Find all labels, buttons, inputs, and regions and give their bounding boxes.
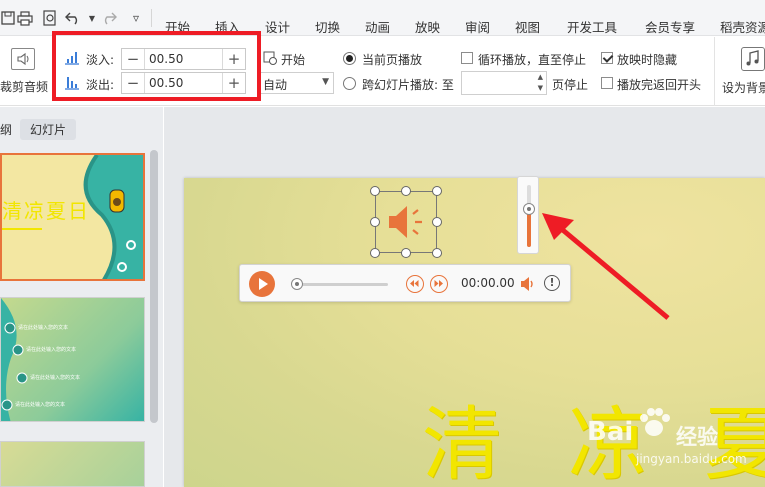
redo-icon[interactable] <box>101 10 117 26</box>
rewind-label[interactable]: 播放完返回开头 <box>617 76 701 93</box>
resize-handle[interactable] <box>401 186 411 196</box>
slide2-item-3: 请在此处输入您的文本 <box>30 375 81 381</box>
slide1-title: 清凉夏日 <box>2 199 90 223</box>
customize-chevron-icon[interactable]: ▿ <box>128 10 144 26</box>
chevron-down-icon: ▼ <box>322 77 329 87</box>
trim-audio-label[interactable]: 裁剪音频 <box>0 78 48 95</box>
tab-transition[interactable]: 切换 <box>315 17 340 36</box>
spin-down-icon[interactable]: ▼ <box>538 84 543 92</box>
tab-design[interactable]: 设计 <box>265 17 290 36</box>
tab-slideshow[interactable]: 放映 <box>415 17 440 36</box>
music-note-icon[interactable] <box>741 47 765 71</box>
tab-review[interactable]: 审阅 <box>465 17 490 36</box>
start-icon <box>263 51 277 65</box>
spin-up-icon[interactable]: ▲ <box>538 73 543 81</box>
start-select-value: 自动 <box>263 78 288 92</box>
play-button[interactable] <box>249 271 275 297</box>
slide-title-char-1: 清 <box>422 398 502 487</box>
slide-thumbnail-2[interactable]: 请在此处输入您的文本 请在此处输入您的文本 请在此处输入您的文本 请在此处输入您… <box>0 297 145 422</box>
hide-checkbox[interactable] <box>601 52 613 64</box>
watermark-brand: Bai <box>587 417 633 447</box>
speaker-icon[interactable] <box>385 202 429 242</box>
undo-dropdown-icon[interactable]: ▼ <box>84 10 100 26</box>
highlight-box <box>52 31 261 101</box>
tab-developer[interactable]: 开发工具 <box>567 17 617 36</box>
progress-track[interactable] <box>296 283 388 286</box>
tab-docer[interactable]: 稻壳资源 <box>720 17 765 36</box>
rewind-checkbox[interactable] <box>601 77 613 89</box>
rewind-icon[interactable] <box>406 275 424 293</box>
annotation-arrow <box>542 213 670 320</box>
start-select[interactable]: 自动 ▼ <box>259 72 334 94</box>
resize-handle[interactable] <box>370 217 380 227</box>
audio-player: 00:00.00 ! <box>239 264 571 302</box>
fast-forward-icon[interactable] <box>430 275 448 293</box>
loop-checkbox[interactable] <box>461 52 473 64</box>
tab-view[interactable]: 视图 <box>515 17 540 36</box>
paw-icon <box>636 406 672 438</box>
tab-animation[interactable]: 动画 <box>365 17 390 36</box>
slide2-item-4: 请在此处输入您的文本 <box>15 402 66 408</box>
resize-handle[interactable] <box>432 248 442 258</box>
save-icon[interactable] <box>0 10 16 26</box>
tab-slides[interactable]: 幻灯片 <box>20 119 77 140</box>
menu-separator <box>151 9 152 27</box>
loop-label[interactable]: 循环播放，直至停止 <box>478 51 586 68</box>
trim-audio-icon[interactable] <box>11 48 35 70</box>
set-bg-label[interactable]: 设为背景 <box>722 79 765 96</box>
slide-pane-scrollbar[interactable] <box>150 150 158 423</box>
resize-handle[interactable] <box>432 217 442 227</box>
current-page-radio[interactable] <box>343 52 356 65</box>
cross-slide-label[interactable]: 跨幻灯片播放: 至 <box>362 76 454 93</box>
start-label: 开始 <box>281 53 306 67</box>
watermark-url: jingyan.baidu.com <box>636 452 747 466</box>
current-page-label[interactable]: 当前页播放 <box>362 51 422 68</box>
resize-handle[interactable] <box>370 248 380 258</box>
resize-handle[interactable] <box>370 186 380 196</box>
page-stop-label: 页停止 <box>552 78 589 92</box>
progress-knob[interactable] <box>291 278 303 290</box>
resize-handle[interactable] <box>401 248 411 258</box>
tab-outline[interactable]: 纲 <box>0 121 12 138</box>
slide2-item-1: 请在此处输入您的文本 <box>18 325 69 331</box>
hide-label[interactable]: 放映时隐藏 <box>617 51 677 68</box>
slide-thumbnail-1[interactable]: 清凉夏日 <box>0 153 145 281</box>
watermark-brand-text: Bai <box>587 417 634 447</box>
stop-page-spinner[interactable]: ▲ ▼ <box>461 71 547 95</box>
tab-member[interactable]: 会员专享 <box>645 17 695 36</box>
slide2-item-2: 请在此处输入您的文本 <box>26 347 77 353</box>
ribbon-divider <box>714 37 715 106</box>
print-icon[interactable] <box>17 10 33 26</box>
resize-handle[interactable] <box>432 186 442 196</box>
undo-icon[interactable] <box>65 10 81 26</box>
time-display: 00:00.00 <box>461 276 515 290</box>
preview-icon[interactable] <box>42 10 58 26</box>
cross-slide-radio[interactable] <box>343 77 356 90</box>
slide-thumbnail-3[interactable] <box>0 441 145 487</box>
watermark-suffix: 经验 <box>676 425 718 449</box>
